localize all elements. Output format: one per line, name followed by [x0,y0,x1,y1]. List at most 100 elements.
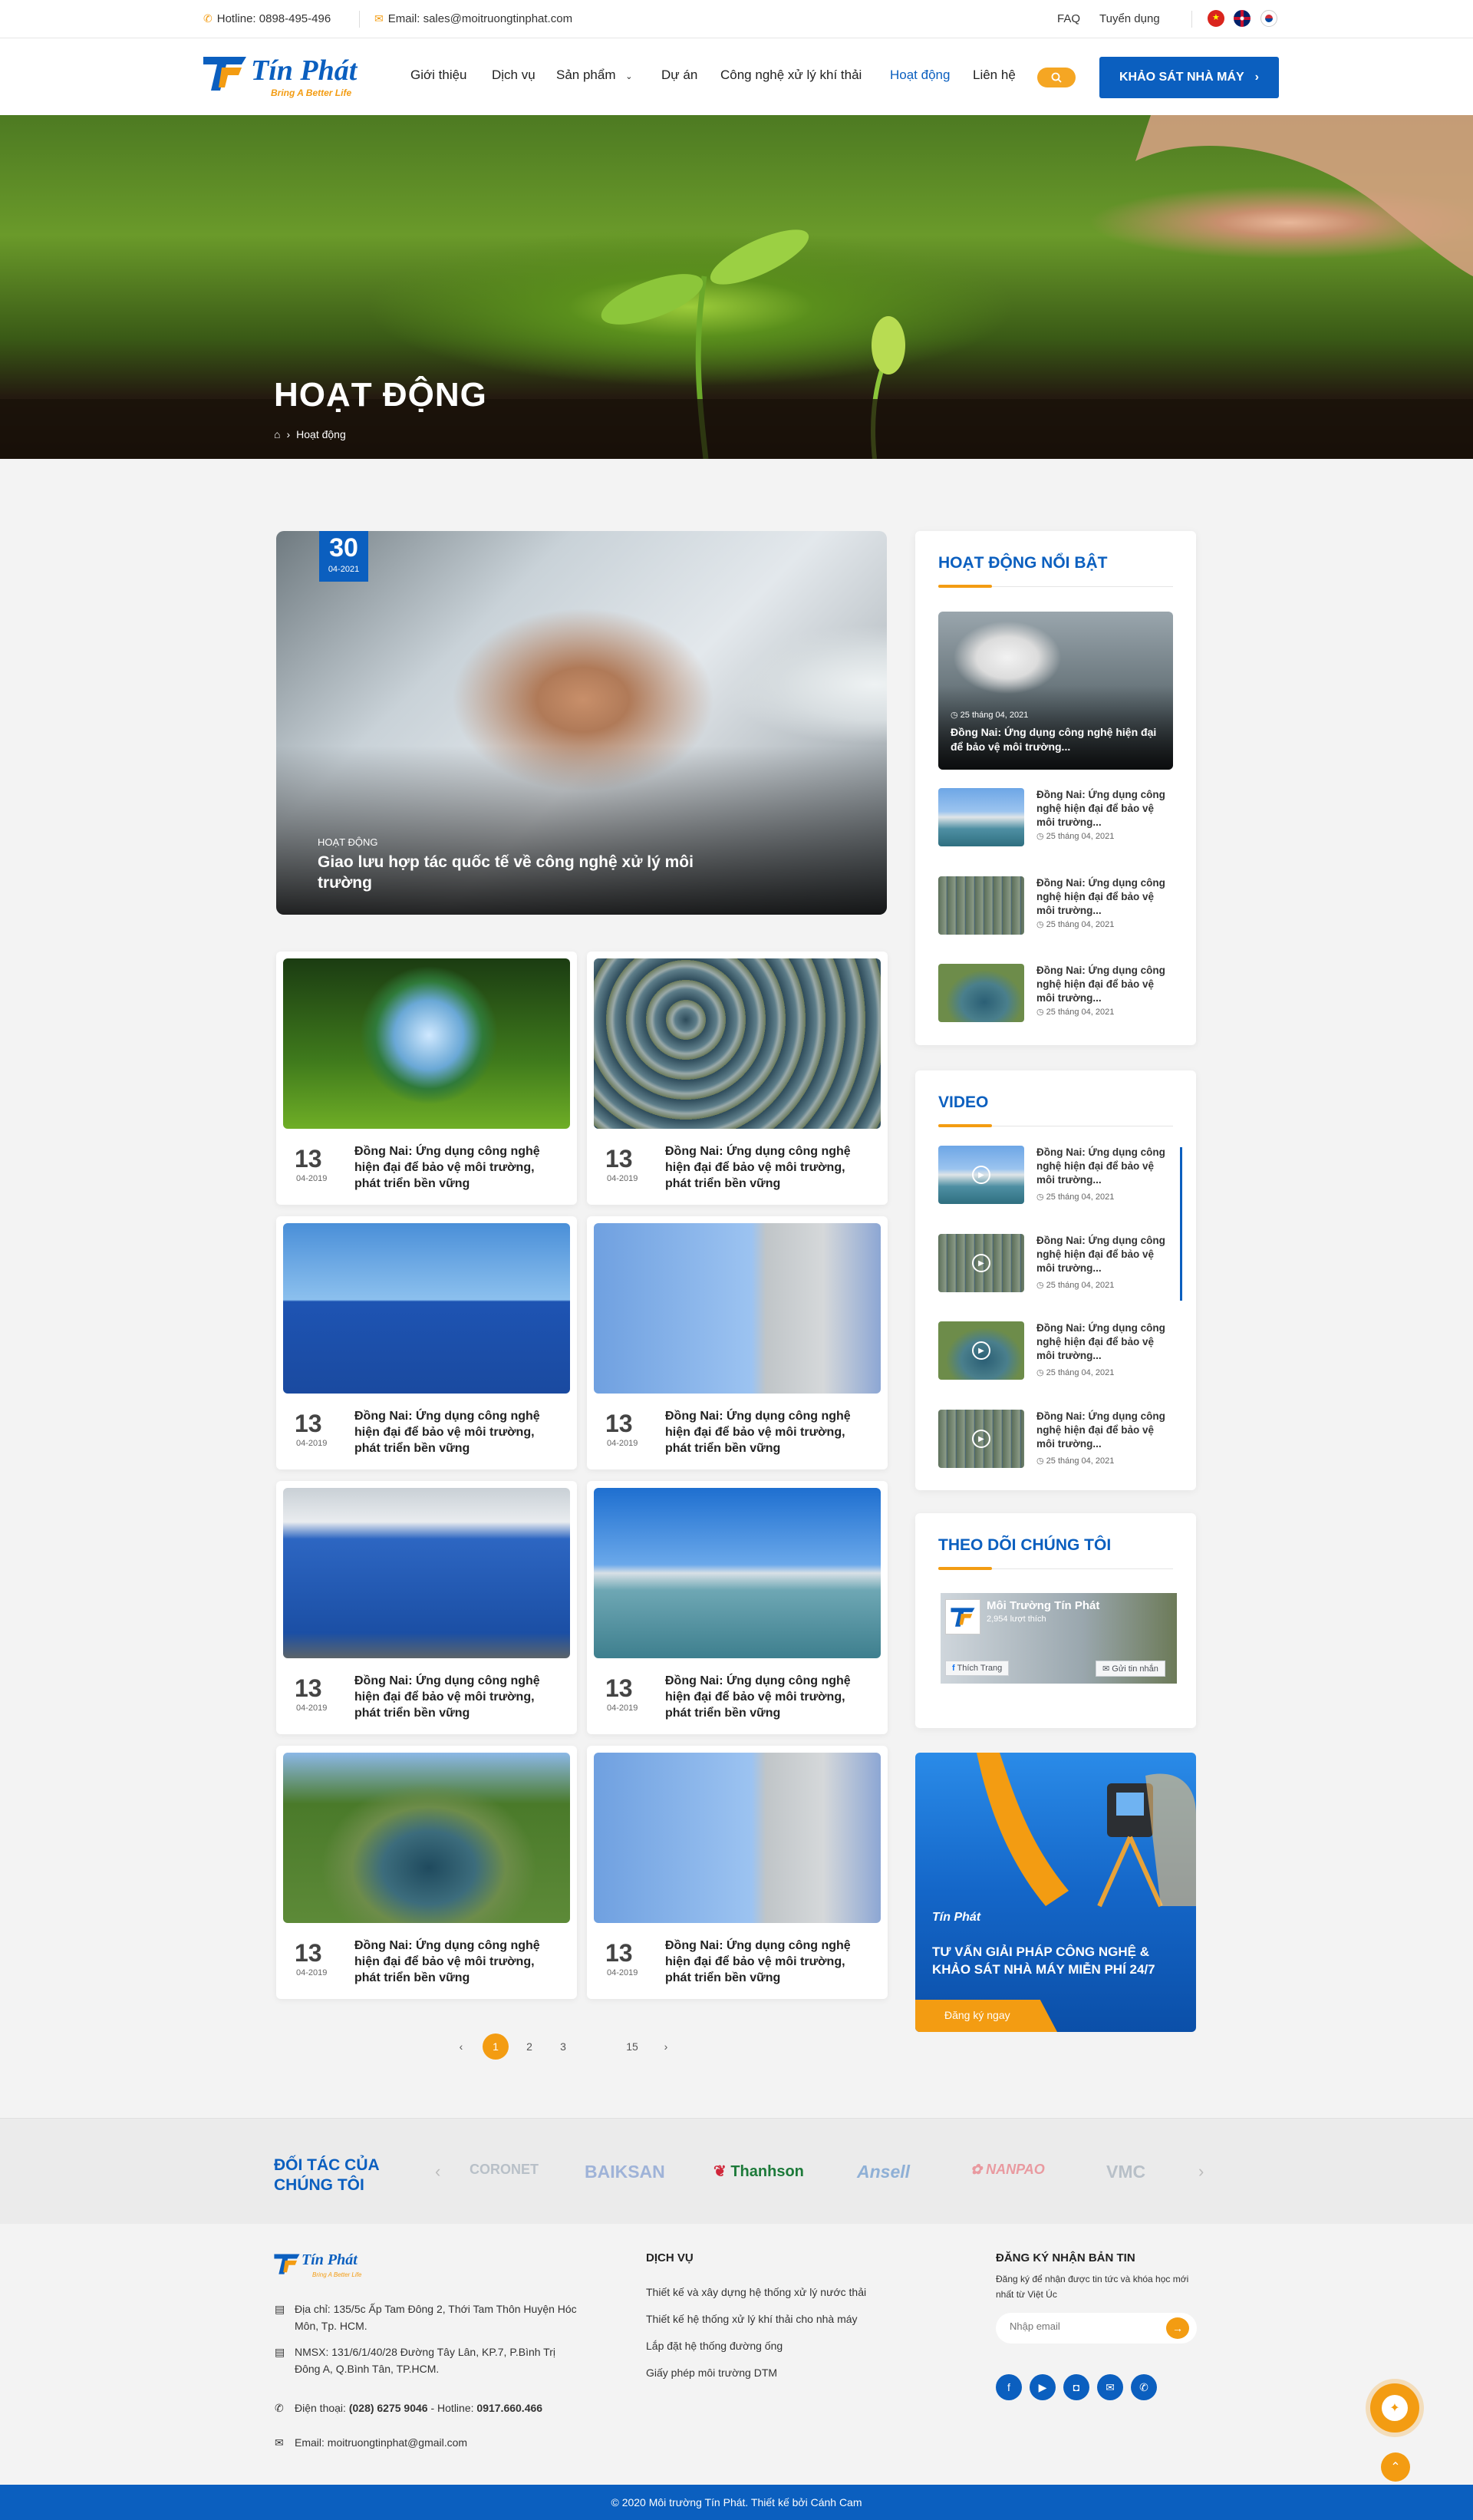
register-now-button[interactable]: Đăng ký ngay [915,2000,1057,2032]
article-thumbnail[interactable] [938,964,1024,1022]
page-button[interactable]: 1 [483,2033,509,2060]
article-title[interactable]: Đồng Nai: Ứng dụng công nghệ hiện đại để… [665,1408,865,1456]
partner-logo-baiksan[interactable]: BAIKSAN [585,2162,665,2182]
facebook-page-plugin[interactable]: Môi Trường Tín Phát 2,954 lượt thích f T… [941,1593,1177,1684]
article-image[interactable] [283,958,570,1129]
article-title[interactable]: Đồng Nai: Ứng dụng công nghệ hiện đại để… [354,1673,554,1721]
fb-message-button[interactable]: ✉ Gửi tin nhắn [1096,1661,1165,1677]
article-title[interactable]: Đồng Nai: Ứng dụng công nghệ hiện đại để… [665,1673,865,1721]
video-title[interactable]: Đồng Nai: Ứng dụng công nghệ hiện đại để… [1036,1410,1173,1451]
article-card[interactable]: 13 04-2019 Đồng Nai: Ứng dụng công nghệ … [587,1746,888,1999]
subscribe-button[interactable]: → [1166,2317,1189,2339]
video-thumbnail[interactable]: ▶ [938,1410,1024,1468]
article-thumbnail[interactable] [938,788,1024,846]
article-title[interactable]: Giao lưu hợp tác quốc tế về công nghệ xử… [318,852,701,893]
item-title[interactable]: Đồng Nai: Ứng dụng công nghệ hiện đại để… [1036,876,1173,918]
nav-item-services[interactable]: Dịch vụ [492,68,535,83]
article-card[interactable]: 13 04-2019 Đồng Nai: Ứng dụng công nghệ … [587,952,888,1205]
fb-like-button[interactable]: f Thích Trang [945,1661,1010,1676]
messenger-icon[interactable]: ✉ [1097,2374,1123,2400]
page-button[interactable]: 2 [516,2033,542,2060]
article-card[interactable]: 13 04-2019 Đồng Nai: Ứng dụng công nghệ … [587,1481,888,1734]
highlight-main-article[interactable]: ◷ 25 tháng 04, 2021 Đồng Nai: Ứng dụng c… [938,612,1173,770]
video-title[interactable]: Đồng Nai: Ứng dụng công nghệ hiện đại để… [1036,1234,1173,1275]
faq-link[interactable]: FAQ [1057,12,1080,25]
article-title[interactable]: Đồng Nai: Ứng dụng công nghệ hiện đại để… [354,1408,554,1456]
list-item[interactable]: Đồng Nai: Ứng dụng công nghệ hiện đại để… [938,788,1173,849]
item-title[interactable]: Đồng Nai: Ứng dụng công nghệ hiện đại để… [1036,964,1173,1005]
video-thumbnail[interactable]: ▶ [938,1146,1024,1204]
article-card[interactable]: 13 04-2019 Đồng Nai: Ứng dụng công nghệ … [276,1216,577,1469]
service-link[interactable]: Lắp đặt hệ thống đường ống [646,2337,783,2354]
article-image[interactable] [594,958,881,1129]
footer-email[interactable]: Email: moitruongtinphat@gmail.com [295,2434,467,2451]
featured-article[interactable]: 30 04-2021 HOẠT ĐỘNG Giao lưu hợp tác qu… [276,531,887,915]
article-image[interactable] [594,1488,881,1658]
careers-link[interactable]: Tuyển dụng [1099,12,1160,25]
whatsapp-icon[interactable]: ✆ [1131,2374,1157,2400]
article-image[interactable] [283,1488,570,1658]
hotline[interactable]: ✆ Hotline: 0898-495-496 [203,12,331,25]
partner-logo-nanpao[interactable]: ✿ NANPAO [970,2162,1045,2178]
email-link[interactable]: ✉ Email: sales@moitruongtinphat.com [374,12,572,25]
partner-logo-vmc[interactable]: VMC [1106,2162,1145,2182]
home-icon[interactable]: ⌂ [274,428,280,440]
instagram-icon[interactable]: ◘ [1063,2374,1089,2400]
prev-page-button[interactable]: ‹ [448,2033,474,2060]
service-link[interactable]: Thiết kế hệ thống xử lý khí thải cho nhà… [646,2311,858,2327]
article-card[interactable]: 13 04-2019 Đồng Nai: Ứng dụng công nghệ … [276,952,577,1205]
article-image[interactable] [283,1223,570,1394]
back-to-top-button[interactable]: ⌃ [1381,2452,1410,2482]
partner-logo-thanhson[interactable]: ❦ Thanhson [713,2162,804,2181]
video-thumbnail[interactable]: ▶ [938,1234,1024,1292]
article-image[interactable] [594,1223,881,1394]
video-title[interactable]: Đồng Nai: Ứng dụng công nghệ hiện đại để… [1036,1321,1173,1363]
nav-item-exhaust-tech[interactable]: Công nghệ xử lý khí thải [720,68,862,83]
article-title[interactable]: Đồng Nai: Ứng dụng công nghệ hiện đại để… [354,1143,554,1192]
list-item[interactable]: Đồng Nai: Ứng dụng công nghệ hiện đại để… [938,964,1173,1025]
article-title[interactable]: Đồng Nai: Ứng dụng công nghệ hiện đại để… [665,1938,865,1986]
nav-item-products[interactable]: Sản phẩm ⌄ [556,68,632,83]
article-card[interactable]: 13 04-2019 Đồng Nai: Ứng dụng công nghệ … [587,1216,888,1469]
partner-logo-ansell[interactable]: Ansell [857,2162,910,2182]
service-link[interactable]: Thiết kế và xây dựng hệ thống xử lý nước… [646,2284,866,2301]
page-button[interactable]: 3 [550,2033,576,2060]
page-button[interactable]: 15 [619,2033,645,2060]
video-item[interactable]: ▶ Đồng Nai: Ứng dụng công nghệ hiện đại … [938,1321,1173,1383]
video-title[interactable]: Đồng Nai: Ứng dụng công nghệ hiện đại để… [1036,1146,1173,1187]
vietnam-flag-icon[interactable]: ★ [1208,10,1224,27]
fb-page-name[interactable]: Môi Trường Tín Phát [987,1599,1099,1612]
nav-item-activities[interactable]: Hoạt động [890,68,950,83]
consult-banner[interactable]: Tín Phát TƯ VẤN GIẢI PHÁP CÔNG NGHỆ & KH… [915,1753,1196,2032]
service-link[interactable]: Giấy phép môi trường DTM [646,2364,777,2381]
article-title[interactable]: Đồng Nai: Ứng dụng công nghệ hiện đại để… [354,1938,554,1986]
hotline-number[interactable]: 0917.660.466 [476,2402,542,2414]
chevron-right-icon[interactable]: › [1198,2162,1204,2182]
email-field[interactable] [1010,2320,1155,2332]
uk-flag-icon[interactable] [1234,10,1251,27]
footer-logo[interactable]: Tín Phát Bring A Better Life [274,2251,374,2282]
article-card[interactable]: 13 04-2019 Đồng Nai: Ứng dụng công nghệ … [276,1481,577,1734]
youtube-icon[interactable]: ▶ [1030,2374,1056,2400]
chat-widget-button[interactable]: ✦ [1370,2383,1419,2433]
site-logo[interactable]: Tín Phát Bring A Better Life [203,52,387,106]
article-image[interactable] [594,1753,881,1923]
video-item[interactable]: ▶ Đồng Nai: Ứng dụng công nghệ hiện đại … [938,1410,1173,1471]
search-button[interactable] [1037,68,1076,87]
korea-flag-icon[interactable] [1260,10,1277,27]
item-title[interactable]: Đồng Nai: Ứng dụng công nghệ hiện đại để… [1036,788,1173,830]
list-item[interactable]: Đồng Nai: Ứng dụng công nghệ hiện đại để… [938,876,1173,938]
article-thumbnail[interactable] [938,876,1024,935]
chevron-left-icon[interactable]: ‹ [435,2162,440,2182]
next-page-button[interactable]: › [653,2033,679,2060]
nav-item-projects[interactable]: Dự án [661,68,697,83]
partner-logo-coronet[interactable]: CORONET [470,2162,539,2178]
phone-number[interactable]: (028) 6275 9046 [349,2402,428,2414]
video-item[interactable]: ▶ Đồng Nai: Ứng dụng công nghệ hiện đại … [938,1234,1173,1295]
factory-survey-button[interactable]: KHẢO SÁT NHÀ MÁY › [1099,57,1279,98]
article-title[interactable]: Đồng Nai: Ứng dụng công nghệ hiện đại để… [665,1143,865,1192]
nav-item-contact[interactable]: Liên hệ [973,68,1016,83]
facebook-icon[interactable]: f [996,2374,1022,2400]
video-item[interactable]: ▶ Đồng Nai: Ứng dụng công nghệ hiện đại … [938,1146,1173,1207]
video-thumbnail[interactable]: ▶ [938,1321,1024,1380]
